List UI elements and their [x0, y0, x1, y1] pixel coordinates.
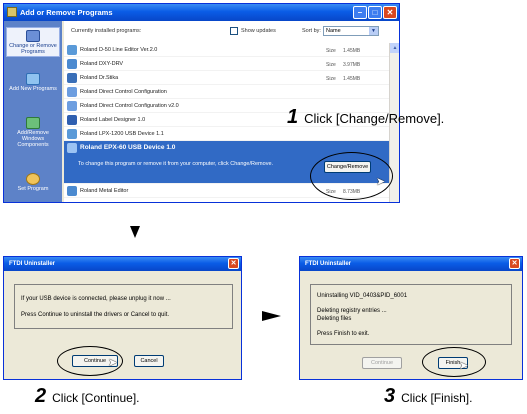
program-row[interactable]: Roland LPX-1200 USB Device 1.1	[64, 127, 399, 141]
arrow-right-icon	[262, 311, 281, 321]
close-button[interactable]: ✕	[228, 258, 239, 269]
sidebar-item-label: Change or Remove Programs	[9, 43, 57, 55]
program-name: Roland LPX-1200 USB Device 1.1	[80, 131, 164, 137]
arp-title: Add or Remove Programs	[20, 8, 113, 17]
ftdi-uninstaller-dialog-finish: FTDI Uninstaller ✕ Uninstalling VID_0403…	[299, 256, 523, 380]
size-label: Size	[326, 48, 336, 54]
dialog-title: FTDI Uninstaller	[305, 261, 352, 267]
dialog-message-line: Uninstalling VID_0403&PID_6001	[317, 293, 408, 299]
size-value: 1.45MB	[343, 48, 361, 54]
program-row[interactable]: Roland DXY-DRV Size 3.97MB	[64, 57, 399, 71]
sidebar-item-label: Add New Programs	[9, 86, 57, 92]
sort-by-select[interactable]: Name ▼	[323, 26, 379, 36]
program-name: Roland Label Designer 1.0	[80, 117, 146, 123]
mouse-cursor-icon: ➤	[376, 176, 386, 188]
add-programs-icon	[26, 73, 40, 85]
sort-by-label: Sort by:	[302, 28, 321, 34]
dialog-message-line: Press Finish to exit.	[317, 331, 370, 337]
program-name: Roland D-50 Line Editor Ver.2.0	[80, 47, 158, 53]
mouse-cursor-icon: ➤	[108, 357, 118, 369]
step-number: 1	[287, 106, 299, 128]
show-updates-label: Show updates	[241, 28, 276, 34]
sidebar-item-label: Add/Remove Windows Components	[17, 130, 49, 148]
sidebar-item-set-program[interactable]: Set Program	[6, 171, 60, 192]
program-name: Roland Dr.Stika	[80, 75, 119, 81]
program-icon	[67, 73, 77, 83]
dialog-title: FTDI Uninstaller	[9, 261, 56, 267]
size-label: Size	[326, 62, 336, 68]
dialog-title-bar: FTDI Uninstaller ✕	[4, 257, 241, 271]
size-value: 3.97MB	[343, 62, 361, 68]
dialog-message-box: If your USB device is connected, please …	[14, 284, 233, 329]
step-text: Click [Change/Remove].	[304, 111, 445, 126]
program-row[interactable]: Roland Dr.Stika Size 1.45MB	[64, 71, 399, 85]
close-button[interactable]: ✕	[509, 258, 520, 269]
dialog-message-line: If your USB device is connected, please …	[21, 296, 171, 302]
mouse-cursor-icon: ➤	[459, 360, 469, 372]
minimize-button[interactable]: –	[353, 6, 367, 19]
windows-components-icon	[26, 117, 40, 129]
arp-title-bar: Add or Remove Programs – □ ✕	[4, 4, 399, 21]
size-label: Size	[326, 76, 336, 82]
program-icon	[67, 45, 77, 55]
program-icon	[67, 115, 77, 125]
program-icon	[67, 101, 77, 111]
dialog-message-line: Press Continue to uninstall the drivers …	[21, 312, 170, 318]
dialog-message-line: Deleting files	[317, 316, 352, 322]
program-icon	[67, 87, 77, 97]
size-value: 1.45MB	[343, 76, 361, 82]
show-updates-checkbox[interactable]	[230, 27, 238, 35]
sidebar-item-windows-components[interactable]: Add/Remove Windows Components	[6, 115, 60, 148]
set-program-icon	[26, 173, 40, 185]
arrow-down-icon	[130, 226, 140, 238]
dialog-message-box: Uninstalling VID_0403&PID_6001 Deleting …	[310, 284, 512, 345]
finish-highlight	[422, 347, 486, 377]
step-text: Click [Finish].	[401, 391, 473, 405]
sidebar-item-change-remove[interactable]: Change or Remove Programs	[6, 27, 60, 57]
program-icon	[67, 129, 77, 139]
program-icon	[67, 186, 77, 196]
dialog-title-bar: FTDI Uninstaller ✕	[300, 257, 522, 271]
installed-programs-label: Currently installed programs:	[71, 28, 142, 34]
program-name: Roland DXY-DRV	[80, 61, 124, 67]
sort-by-value: Name	[326, 28, 341, 34]
program-name: Roland EPX-60 USB Device 1.0	[80, 144, 176, 151]
add-remove-programs-icon	[7, 7, 17, 17]
program-icon	[67, 143, 77, 153]
program-name: Roland Direct Control Configuration	[80, 89, 167, 95]
step-number: 3	[384, 385, 396, 407]
scroll-up-icon[interactable]: ▲	[390, 43, 399, 53]
close-button[interactable]: ✕	[383, 6, 397, 19]
continue-button-disabled: Continue	[362, 357, 402, 369]
program-name: Roland Metal Editor	[80, 188, 129, 194]
program-icon	[67, 59, 77, 69]
dialog-message-line: Deleting registry entries ...	[317, 308, 387, 314]
arp-sidebar: Change or Remove Programs Add New Progra…	[4, 21, 62, 202]
arp-list-header: Currently installed programs: Show updat…	[64, 21, 399, 43]
chevron-down-icon: ▼	[369, 27, 378, 35]
step-text: Click [Continue].	[52, 391, 140, 405]
sidebar-item-add-new[interactable]: Add New Programs	[6, 71, 60, 92]
program-row[interactable]: Roland Direct Control Configuration	[64, 85, 399, 99]
step-number: 2	[35, 385, 47, 407]
program-name: Roland Direct Control Configuration v2.0	[80, 103, 179, 109]
sidebar-item-label: Set Program	[17, 186, 49, 192]
cancel-button[interactable]: Cancel	[134, 355, 164, 367]
step-1-instruction: 1 Click [Change/Remove].	[287, 106, 444, 129]
maximize-button[interactable]: □	[368, 6, 382, 19]
step-3-instruction: 3 Click [Finish].	[384, 385, 472, 408]
program-row[interactable]: Roland D-50 Line Editor Ver.2.0 Size 1.4…	[64, 43, 399, 57]
programs-icon	[26, 30, 40, 42]
step-2-instruction: 2 Click [Continue].	[35, 385, 140, 408]
program-description: To change this program or remove it from…	[78, 161, 274, 167]
